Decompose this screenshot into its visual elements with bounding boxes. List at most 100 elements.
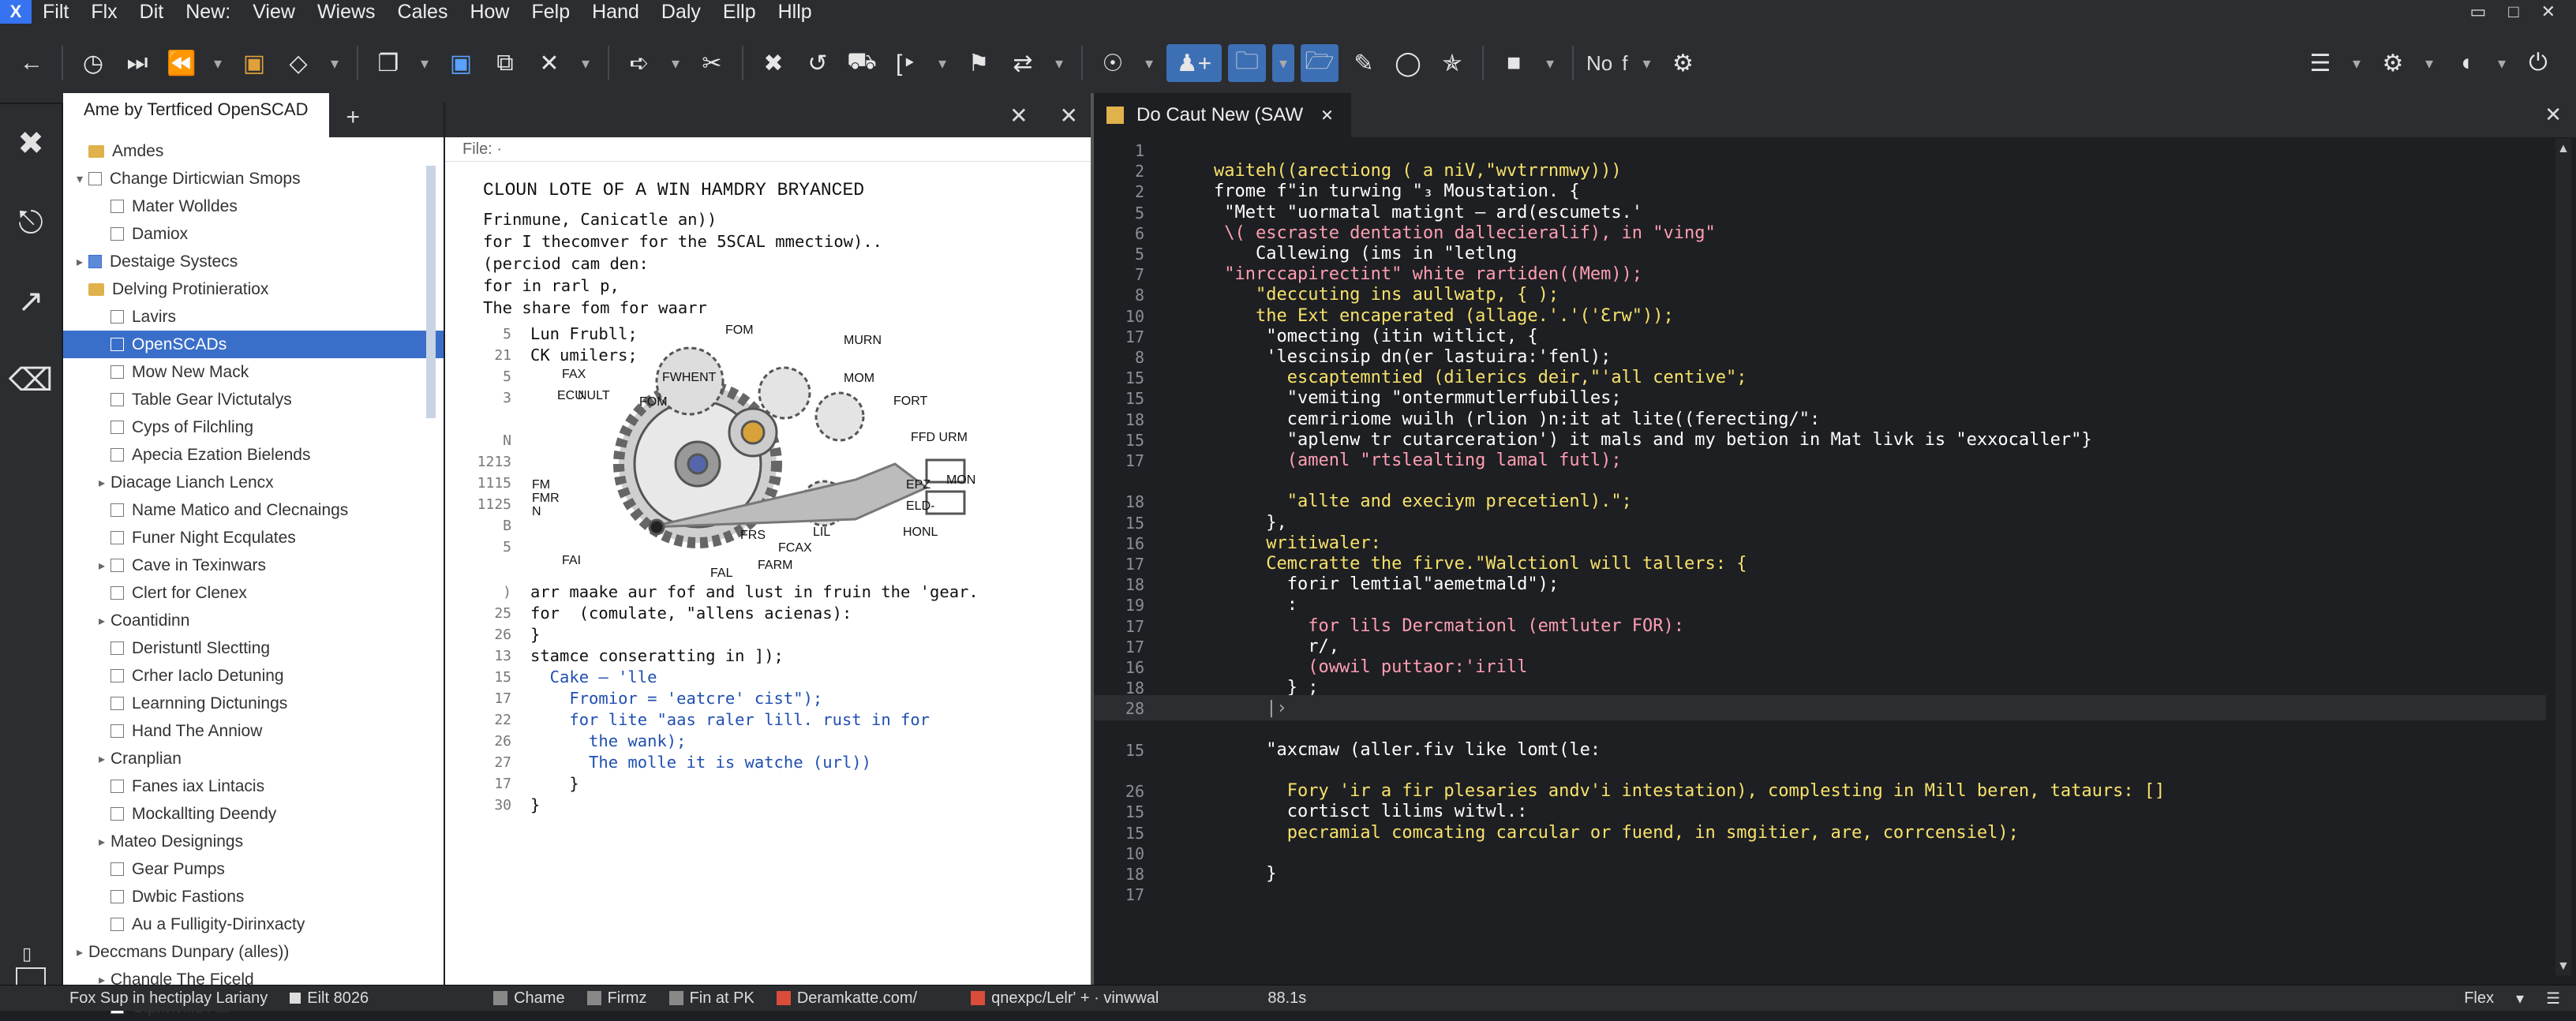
tree-item[interactable]: ▸ Cave in Texinwars [63, 552, 444, 579]
chevron-down-icon[interactable]: ▾ [931, 44, 953, 82]
panel-icon[interactable] [16, 967, 46, 986]
history-icon[interactable]: ◷ [74, 44, 112, 82]
menu-item[interactable]: Flx [80, 0, 128, 24]
connect-icon[interactable]: ↺ [799, 44, 837, 82]
menu-item[interactable]: View [242, 0, 306, 24]
chevron-down-icon[interactable]: ▾ [1635, 44, 1657, 82]
code-line[interactable]: "inrccapirectint" white rartiden((Mem)); [1214, 264, 1642, 284]
tree-item[interactable]: Mater Wolldes [63, 193, 444, 220]
code-line[interactable]: "omecting (itin witlict, { [1214, 327, 1537, 346]
tree-item[interactable]: ▸ Destaige Systecs [63, 248, 444, 275]
menu-icon[interactable]: ☰ [2301, 44, 2339, 82]
chevron-down-icon[interactable]: ▾ [2346, 44, 2368, 82]
menu-item[interactable]: How [459, 0, 520, 24]
tree-item[interactable]: Name Matico and Clecnaings [63, 496, 444, 524]
code-line[interactable]: escaptemntied (dilerics deir,"'all centi… [1214, 368, 1747, 387]
menu-item[interactable]: Wiews [306, 0, 387, 24]
checkbox[interactable] [110, 448, 124, 462]
code-line[interactable]: cortisct lilims witwl.: [1214, 802, 1528, 821]
status-chame[interactable]: Chame [482, 989, 575, 1008]
code-line[interactable]: pecramial comcating carcular or fuend, i… [1214, 823, 2019, 843]
code-line[interactable]: (amenl "rtslealting lamal futl); [1214, 451, 1622, 470]
chevron-down-icon[interactable]: ▾ [1138, 44, 1160, 82]
tree-item[interactable]: ▸ Cranplian [63, 745, 444, 772]
maximize-icon[interactable]: □ [2508, 2, 2518, 22]
checkbox[interactable] [110, 780, 124, 793]
code-line[interactable]: waiteh((arectiong ( a niV,"wvtrrnmwy))) [1214, 161, 1622, 181]
tree-item[interactable]: Dwbic Fastions [63, 883, 444, 911]
minimize-icon[interactable]: ▭ [2469, 2, 2486, 22]
flag-icon[interactable]: ⚑ [960, 44, 998, 82]
caret-icon[interactable]: ▸ [93, 613, 110, 629]
power-icon[interactable]: ⏻ [2519, 44, 2557, 82]
tree-item[interactable]: ▾ Change Dirticwian Smops [63, 165, 444, 193]
diamond-icon[interactable]: ◇ [279, 44, 317, 82]
checkbox[interactable] [110, 421, 124, 434]
code-line[interactable]: forir lemtial"aemetmald"); [1214, 574, 1559, 594]
square-icon[interactable]: ▣ [442, 44, 480, 82]
lock-icon[interactable]: ■ [1495, 44, 1533, 82]
status-fin[interactable]: Fin at PK [658, 989, 766, 1008]
chevron-down-icon[interactable]: ▾ [324, 44, 346, 82]
code-line[interactable]: for lils Dercmationl (emtluter FOR): [1214, 616, 1684, 636]
app-logo[interactable]: X [0, 0, 32, 24]
chevron-down-icon[interactable]: ▾ [1048, 44, 1070, 82]
code-line[interactable]: Callewing (ims in "letlng [1214, 244, 1517, 264]
tree-item[interactable]: Learnning Dictunings [63, 690, 444, 717]
status-flex[interactable]: Flex [2453, 989, 2505, 1008]
checkbox[interactable] [110, 531, 124, 544]
checkbox[interactable] [110, 918, 124, 931]
code-line[interactable]: } [1214, 864, 1276, 884]
chevron-down-icon[interactable]: ▾ [665, 44, 687, 82]
code-line[interactable]: writiwaler: [1214, 533, 1381, 553]
chevron-down-icon[interactable]: ▾ [207, 44, 229, 82]
checkbox[interactable] [110, 338, 124, 351]
add-user-icon[interactable]: ♟+ [1166, 44, 1222, 82]
menu-item[interactable]: Filt [32, 0, 80, 24]
paste-icon[interactable]: ❐ [369, 44, 407, 82]
cross-icon[interactable]: ✖ [754, 44, 792, 82]
chevron-down-icon[interactable]: ▾ [575, 44, 597, 82]
code-line[interactable]: frome f"in turwing "₃ Moustation. { [1214, 181, 1580, 201]
checkbox[interactable] [110, 310, 124, 324]
checkbox[interactable] [110, 669, 124, 683]
tree-item[interactable]: Crher Iaclo Detuning [63, 662, 444, 690]
chevron-down-icon[interactable]: ▾ [2491, 44, 2513, 82]
status-deramkatte[interactable]: Deramkatte.com/ [766, 989, 928, 1008]
tree-item[interactable]: ▸ Mateo Designings [63, 828, 444, 855]
car-icon[interactable]: ⛟ [843, 44, 881, 82]
status-firmz[interactable]: Firmz [576, 989, 658, 1008]
code-line[interactable]: 'lescinsip dn(er lastuira:'fenl); [1214, 347, 1611, 367]
caret-icon[interactable]: ▸ [71, 944, 88, 960]
checkbox[interactable] [110, 724, 124, 738]
menu-item[interactable]: Hand [581, 0, 650, 24]
tree-item[interactable]: Amdes [63, 137, 444, 165]
code-line[interactable]: (owwil puttaor:'irill [1214, 657, 1527, 677]
compass-icon[interactable]: ☉ [1094, 44, 1132, 82]
rewind-icon[interactable]: ⏪ [163, 44, 200, 82]
tree-item[interactable]: Fanes iax Lintacis [63, 772, 444, 800]
close-icon[interactable]: ✕ [530, 44, 568, 82]
checkbox[interactable] [110, 641, 124, 655]
caret-icon[interactable]: ▸ [93, 558, 110, 574]
back-arrow-icon[interactable]: ← [13, 44, 51, 82]
tree-item[interactable]: Gear Pumps [63, 855, 444, 883]
checkbox[interactable] [110, 227, 124, 241]
code-line[interactable]: the Ext encaperated (allage.'.'('Ɛrw")); [1214, 306, 1674, 326]
tree-item[interactable]: Funer Night Ecqulates [63, 524, 444, 552]
bracket-icon[interactable]: [‣ [887, 44, 925, 82]
caret-icon[interactable]: ▸ [93, 751, 110, 767]
checkbox[interactable] [110, 697, 124, 710]
pointer-icon[interactable]: ➪ [620, 44, 658, 82]
tab-project[interactable]: Ame by Tertficed OpenSCAD [63, 93, 329, 137]
tree-item[interactable]: OpenSCADs [63, 331, 444, 358]
edit-icon[interactable]: ✎ [1345, 44, 1383, 82]
menu-item[interactable]: Hllp [767, 0, 823, 24]
checkbox[interactable] [110, 862, 124, 876]
copy-icon[interactable]: ⧉ [486, 44, 524, 82]
inbox-icon[interactable]: ⎋ [0, 183, 62, 262]
tree-scrollbar[interactable] [426, 166, 436, 418]
checkbox[interactable] [88, 172, 102, 185]
editor-tab[interactable]: Do Caut New (SAW ✕ [1094, 93, 1351, 137]
tag-icon[interactable]: ◯ [1389, 44, 1427, 82]
